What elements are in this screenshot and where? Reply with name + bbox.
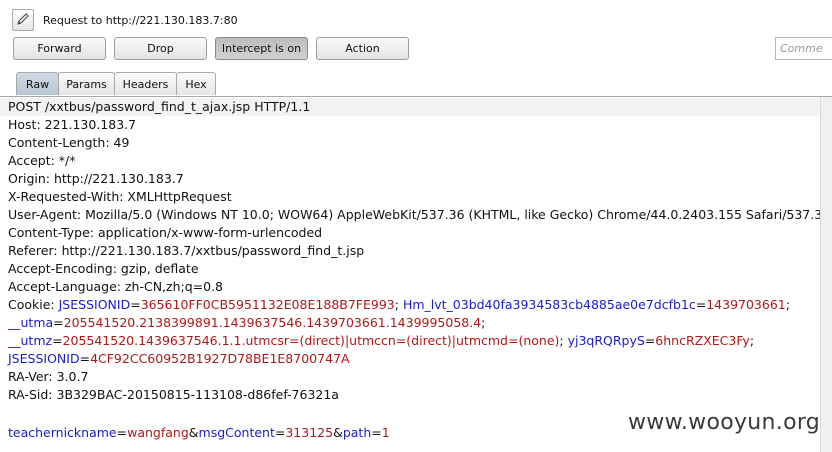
param-name: JSESSIONID [58, 297, 131, 312]
tab-hex[interactable]: Hex [176, 72, 216, 95]
cookie-label: Cookie: [8, 297, 59, 312]
param-value: 313125 [285, 425, 334, 440]
separator: = [79, 351, 91, 366]
separator: = [130, 297, 141, 312]
header-line-origin: Origin: http://221.130.183.7 [8, 171, 184, 186]
action-button[interactable]: Action [316, 37, 409, 60]
header-line-ra-sid: RA-Sid: 3B329BAC-20150815-113108-d86fef-… [8, 387, 339, 402]
header-line-ra-ver: RA-Ver: 3.0.7 [8, 369, 89, 384]
header-line-accept-language: Accept-Language: zh-CN,zh;q=0.8 [8, 279, 224, 294]
cookie-line-1: Cookie: JSESSIONID=365610FF0CB5951132E08… [8, 296, 790, 314]
edit-pencil-button[interactable] [12, 9, 34, 31]
separator: = [695, 297, 707, 312]
title-row: Request to http://221.130.183.7:80 [12, 9, 238, 31]
param-name: __utma [8, 315, 54, 330]
header-line-content-type: Content-Type: application/x-www-form-url… [8, 225, 323, 240]
cookie-line-4: JSESSIONID=4CF92CC60952B1927D78BE1E87007… [8, 350, 350, 368]
param-name: teachernickname [8, 425, 117, 440]
tab-headers[interactable]: Headers [114, 72, 177, 95]
header-line-accept: Accept: */* [8, 153, 76, 168]
message-tabs: Raw Params Headers Hex [16, 72, 216, 96]
intercept-toggle-button[interactable]: Intercept is on [215, 37, 308, 60]
param-value: 4CF92CC60952B1927D78BE1E8700747A [90, 351, 350, 366]
header-line-x-requested-with: X-Requested-With: XMLHttpRequest [8, 189, 232, 204]
param-name: path [342, 425, 372, 440]
vertical-scrollbar[interactable] [820, 97, 832, 452]
param-name: yj3qRQRpyS [567, 333, 645, 348]
param-value: 1439703661 [706, 297, 786, 312]
cookie-line-3: __utmz=205541520.1439637546.1.1.utmcsr=(… [8, 332, 754, 350]
raw-request-editor[interactable]: POST /xxtbus/password_find_t_ajax.jsp HT… [0, 97, 823, 452]
param-name: __utmz [8, 333, 53, 348]
header-line-user-agent: User-Agent: Mozilla/5.0 (Windows NT 10.0… [8, 207, 823, 222]
header-line-referer: Referer: http://221.130.183.7/xxtbus/pas… [8, 243, 365, 258]
separator: ; [749, 333, 755, 348]
header-line-host: Host: 221.130.183.7 [8, 117, 137, 132]
param-value: 1 [381, 425, 390, 440]
separator: = [371, 425, 382, 440]
intercept-toolbar: Request to http://221.130.183.7:80 Forwa… [0, 0, 832, 96]
forward-button[interactable]: Forward [13, 37, 106, 60]
separator: = [52, 333, 63, 348]
param-name: JSESSIONID [8, 351, 80, 366]
comment-input[interactable]: Comme [775, 37, 832, 60]
tab-params[interactable]: Params [58, 72, 115, 95]
separator: ; [481, 315, 486, 330]
param-value: 365610FF0CB5951132E08E188B7FE993 [140, 297, 395, 312]
separator: & [333, 425, 343, 440]
separator: = [53, 315, 64, 330]
request-line: POST /xxtbus/password_find_t_ajax.jsp HT… [0, 98, 820, 116]
drop-button[interactable]: Drop [114, 37, 207, 60]
separator: ; [559, 333, 568, 348]
param-value: 205541520.1439637546.1.1.utmcsr=(direct)… [62, 333, 560, 348]
param-value: 205541520.2138399891.1439637546.14397036… [63, 315, 482, 330]
cookie-line-2: __utma=205541520.2138399891.1439637546.1… [8, 314, 485, 332]
header-line-content-length: Content-Length: 49 [8, 135, 130, 150]
request-title: Request to http://221.130.183.7:80 [43, 13, 238, 27]
param-value: 6hncRZXEC3Fy [655, 333, 750, 348]
param-name: Hm_lvt_03bd40fa3934583cb4885ae0e7dcfb1c [402, 297, 696, 312]
separator: = [116, 425, 128, 440]
separator: & [188, 425, 199, 440]
request-body: teachernickname=wangfang&msgContent=3131… [8, 424, 390, 442]
param-name: msgContent [198, 425, 275, 440]
tab-raw[interactable]: Raw [16, 72, 59, 95]
param-value: wangfang [127, 425, 189, 440]
separator: ; [394, 297, 403, 312]
separator: = [644, 333, 656, 348]
separator: = [274, 425, 286, 440]
header-line-accept-encoding: Accept-Encoding: gzip, deflate [8, 261, 199, 276]
pencil-icon [16, 11, 30, 30]
watermark: www.wooyun.org [628, 410, 821, 435]
separator: ; [785, 297, 790, 312]
